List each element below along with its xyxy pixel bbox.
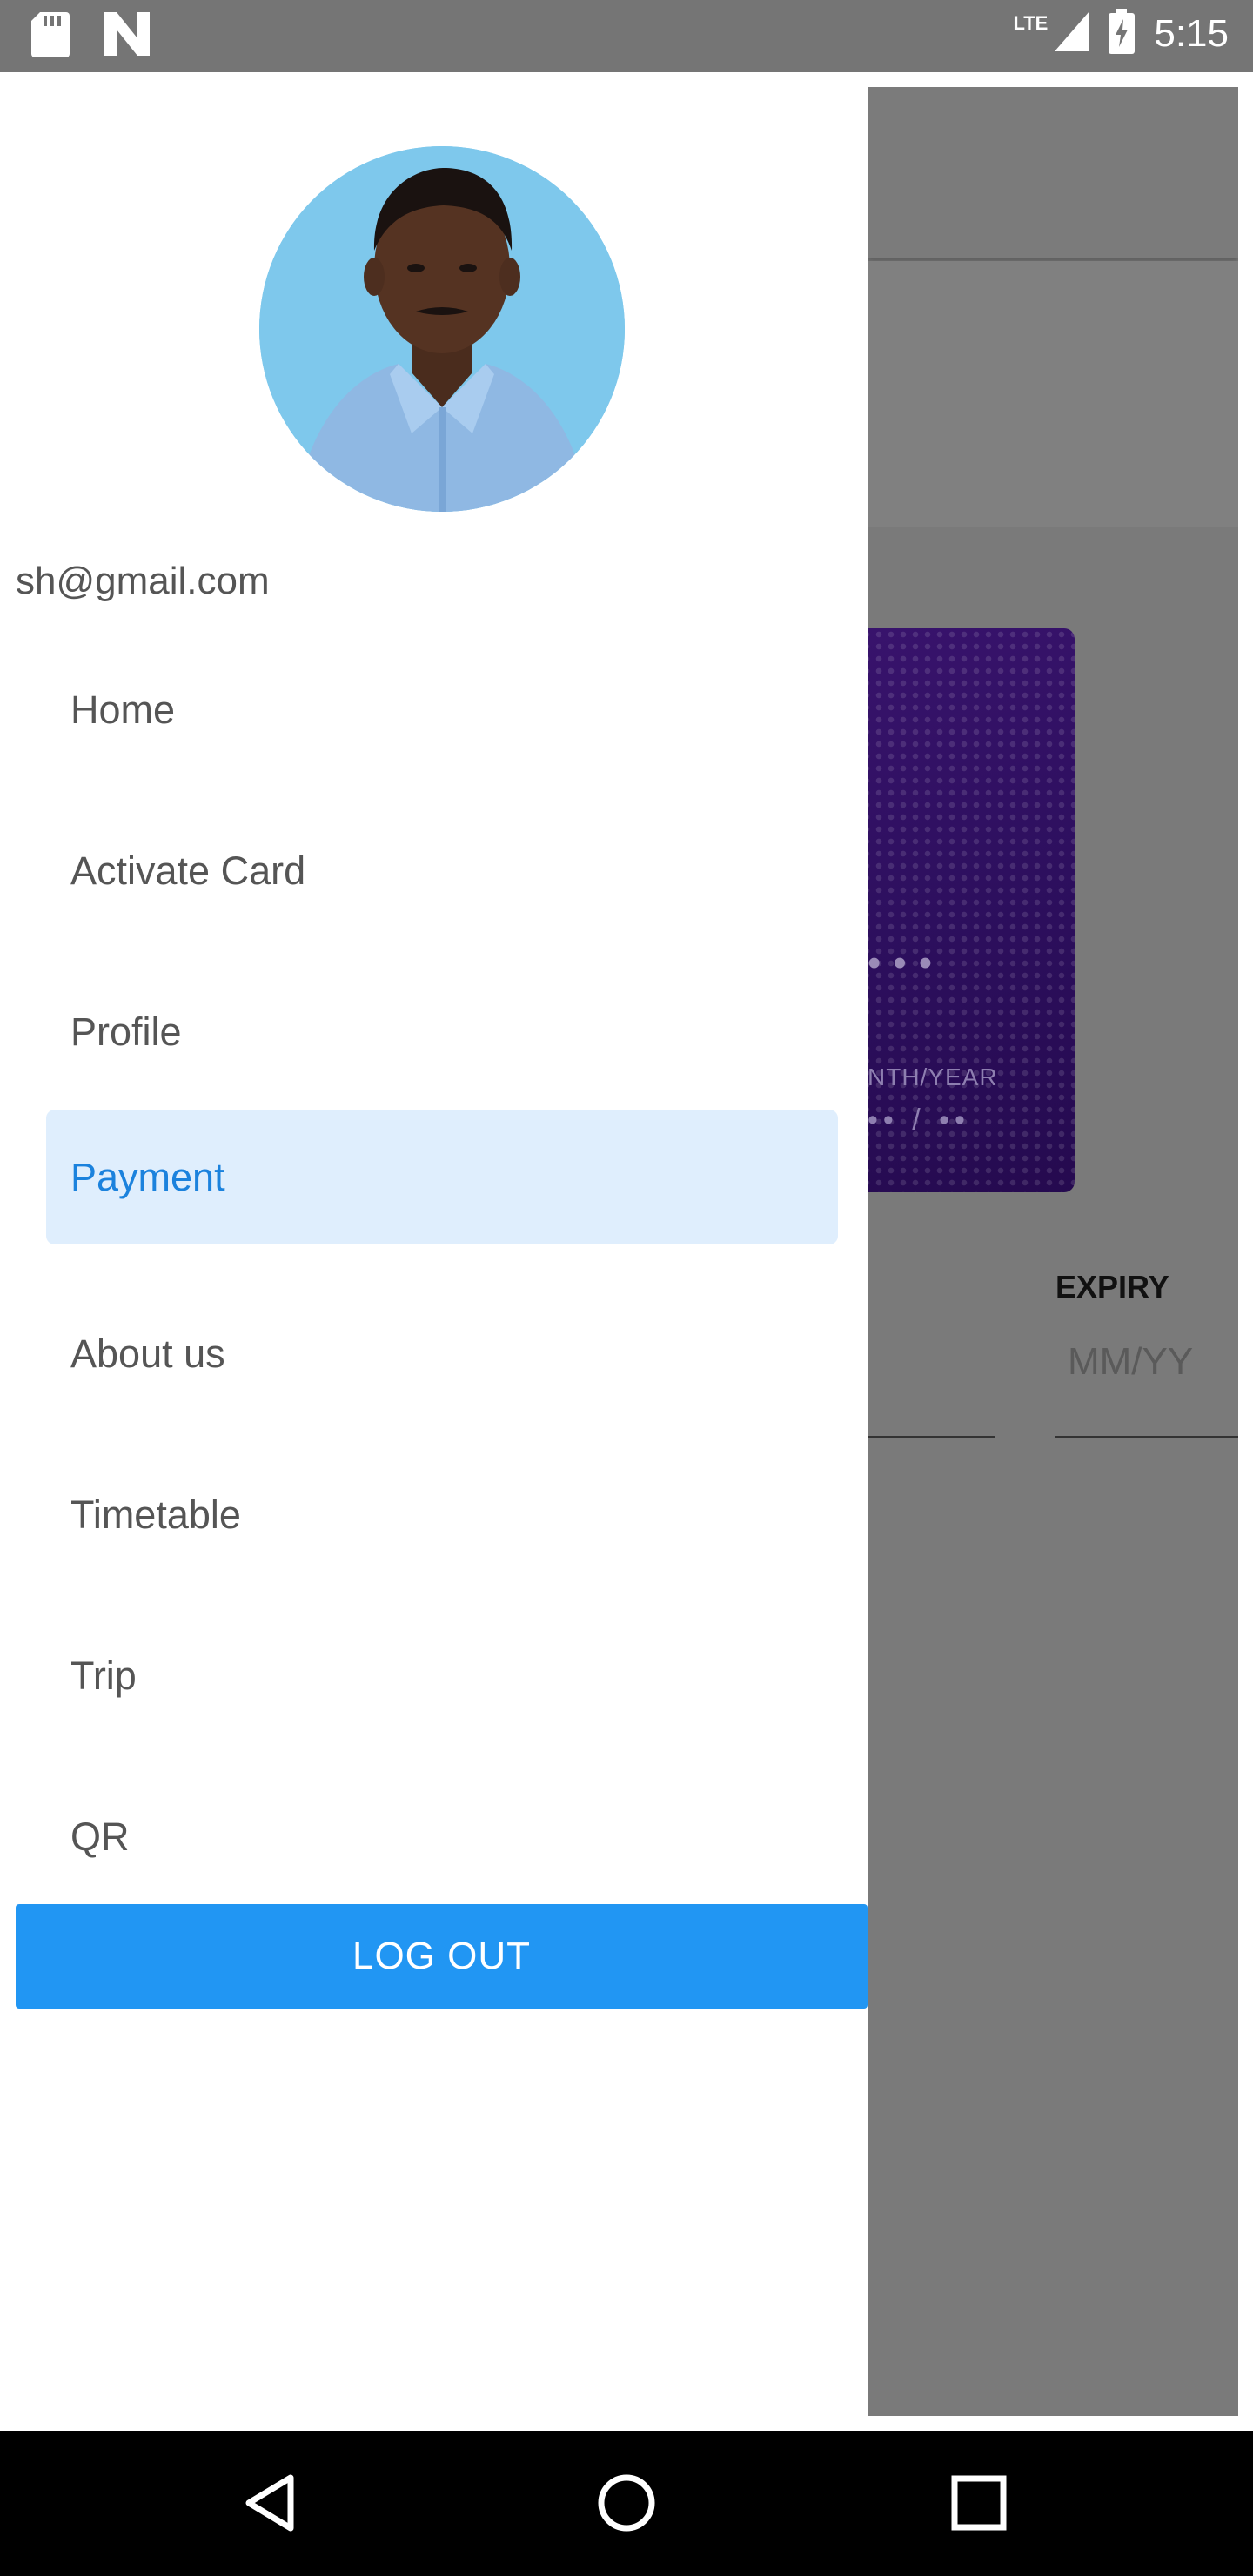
expiry-field[interactable]: MM/YY: [1068, 1340, 1193, 1384]
expiry-label: EXPIRY: [1055, 1269, 1169, 1305]
menu-item-qr[interactable]: QR: [46, 1769, 838, 1904]
logout-button[interactable]: LOG OUT: [16, 1904, 868, 2009]
sd-card-icon: [31, 12, 70, 62]
clock: 5:15: [1154, 11, 1229, 55]
status-bar: LTE 5:15: [0, 0, 1253, 72]
menu-item-label: Home: [70, 687, 176, 732]
user-email: sh@gmail.com: [16, 560, 270, 602]
avatar[interactable]: [259, 146, 625, 512]
card-expiry-label: NTH/YEAR: [868, 1063, 998, 1090]
menu-item-label: Profile: [70, 1009, 182, 1054]
signal-icon: [1055, 11, 1090, 56]
background-header-area: [868, 261, 1238, 527]
recents-icon[interactable]: [941, 2465, 1016, 2540]
background-toolbar: [868, 87, 1238, 258]
menu-item-label: Timetable: [70, 1492, 241, 1537]
battery-icon: [1109, 9, 1136, 58]
system-navigation-bar: [0, 2431, 1253, 2576]
menu-item-label: About us: [70, 1331, 225, 1376]
expiry-underline: [1055, 1436, 1238, 1438]
menu-item-label: QR: [70, 1814, 130, 1859]
navigation-drawer: sh@gmail.com Home Activate Card Profile …: [0, 72, 868, 2431]
menu-item-profile[interactable]: Profile: [46, 964, 838, 1099]
menu-item-label: Payment: [70, 1154, 225, 1199]
menu-item-label: Activate Card: [70, 848, 306, 893]
menu-item-about-us[interactable]: About us: [46, 1286, 838, 1421]
card-number-underline: [868, 1436, 995, 1438]
menu-item-timetable[interactable]: Timetable: [46, 1447, 838, 1582]
menu-item-activate-card[interactable]: Activate Card: [46, 803, 838, 938]
menu-item-payment[interactable]: Payment: [46, 1110, 838, 1244]
card-expiry-value: •• / ••: [868, 1104, 970, 1137]
home-icon[interactable]: [589, 2465, 664, 2540]
credit-card-preview: ••• NTH/YEAR •• / ••: [868, 628, 1075, 1192]
menu-item-home[interactable]: Home: [46, 642, 838, 777]
lte-label: LTE: [1013, 11, 1049, 34]
menu-item-label: Trip: [70, 1653, 137, 1698]
n-icon: [104, 12, 150, 62]
background-screen-overlay[interactable]: ••• NTH/YEAR •• / •• EXPIRY MM/YY: [868, 87, 1238, 2416]
back-icon[interactable]: [237, 2465, 312, 2540]
menu-item-trip[interactable]: Trip: [46, 1608, 838, 1743]
card-number-dots: •••: [868, 942, 945, 984]
